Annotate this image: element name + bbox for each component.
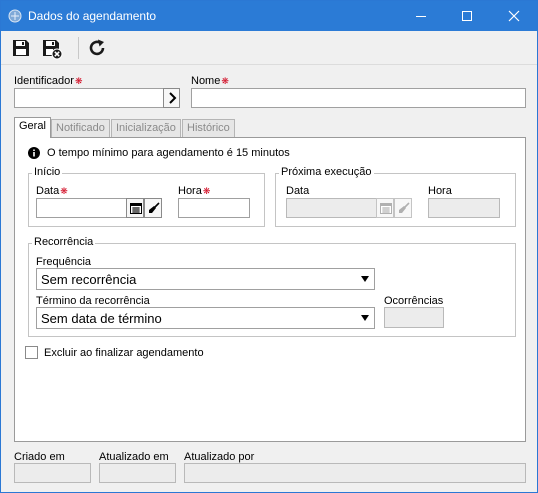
close-button[interactable] bbox=[491, 1, 537, 31]
recorrencia-group: Recorrência Frequência Sem recorrência T… bbox=[28, 236, 516, 337]
inicio-legend: Início bbox=[32, 166, 63, 178]
calendar-icon bbox=[380, 203, 392, 214]
excluir-label: Excluir ao finalizar agendamento bbox=[44, 347, 204, 359]
frequencia-label: Frequência bbox=[36, 256, 92, 268]
refresh-button[interactable] bbox=[84, 35, 110, 61]
schedule-dialog: Dados do agendamento Identificador❋ Nome… bbox=[0, 0, 538, 493]
identificador-input[interactable] bbox=[14, 88, 164, 108]
window-title: Dados do agendamento bbox=[28, 9, 157, 23]
atualizado-por-field bbox=[184, 463, 526, 483]
dropdown-arrow-icon bbox=[361, 315, 369, 321]
ocorrencias-label: Ocorrências bbox=[384, 295, 444, 307]
minimize-icon bbox=[416, 16, 426, 17]
tab-notificado[interactable]: Notificado bbox=[51, 119, 110, 137]
inicio-clear-button[interactable] bbox=[144, 198, 162, 218]
required-icon: ❋ bbox=[74, 76, 83, 86]
atualizado-por-label: Atualizado por bbox=[184, 451, 255, 463]
maximize-button[interactable] bbox=[444, 1, 490, 31]
proxima-hora-label: Hora bbox=[428, 185, 452, 197]
required-icon: ❋ bbox=[60, 186, 68, 196]
tab-panel-geral: O tempo mínimo para agendamento é 15 min… bbox=[14, 137, 526, 442]
app-icon bbox=[8, 9, 22, 26]
inicio-group: Início Data❋ Hora❋ bbox=[28, 166, 265, 227]
identificador-lookup-button[interactable] bbox=[163, 88, 180, 108]
inicio-hora-input[interactable] bbox=[178, 198, 250, 218]
proxima-data-label: Data bbox=[286, 185, 310, 197]
refresh-icon bbox=[89, 39, 105, 56]
ocorrencias-input bbox=[384, 307, 444, 328]
info-text: O tempo mínimo para agendamento é 15 min… bbox=[47, 147, 290, 159]
criado-em-field bbox=[14, 463, 91, 483]
tab-inicializacao[interactable]: Inicialização bbox=[111, 119, 181, 137]
calendar-icon bbox=[130, 203, 142, 214]
save-icon bbox=[13, 40, 29, 56]
termino-value: Sem data de término bbox=[41, 311, 162, 326]
required-icon: ❋ bbox=[202, 186, 211, 196]
proxima-execucao-group: Próxima execução Data Hora bbox=[275, 166, 516, 227]
proxima-calendar-button bbox=[376, 198, 394, 218]
chevron-right-icon bbox=[169, 92, 177, 104]
criado-em-label: Criado em bbox=[14, 451, 65, 463]
tab-geral[interactable]: Geral bbox=[14, 117, 51, 138]
required-icon: ❋ bbox=[221, 76, 229, 86]
nome-label: Nome❋ bbox=[191, 75, 229, 87]
broom-icon bbox=[399, 202, 410, 213]
excluir-checkbox[interactable] bbox=[25, 346, 38, 359]
info-icon bbox=[28, 147, 40, 162]
termino-label: Término da recorrência bbox=[36, 295, 150, 307]
termino-select[interactable]: Sem data de término bbox=[36, 307, 375, 329]
proxima-data-input bbox=[286, 198, 377, 218]
identificador-label: Identificador❋ bbox=[14, 75, 83, 87]
nome-input[interactable] bbox=[191, 88, 526, 108]
broom-icon bbox=[149, 202, 160, 213]
save-and-close-button[interactable] bbox=[38, 35, 64, 61]
recorrencia-legend: Recorrência bbox=[32, 236, 96, 248]
proxima-clear-button bbox=[394, 198, 412, 218]
atualizado-em-field bbox=[99, 463, 176, 483]
atualizado-em-label: Atualizado em bbox=[99, 451, 169, 463]
frequencia-select[interactable]: Sem recorrência bbox=[36, 268, 375, 290]
minimize-button[interactable] bbox=[398, 1, 444, 31]
proxima-hora-input bbox=[428, 198, 500, 218]
proxima-execucao-legend: Próxima execução bbox=[279, 166, 374, 178]
maximize-icon bbox=[462, 11, 472, 21]
inicio-hora-label: Hora❋ bbox=[178, 185, 211, 197]
toolbar bbox=[1, 31, 537, 65]
toolbar-separator bbox=[78, 37, 79, 59]
save-and-close-icon bbox=[43, 40, 63, 60]
dropdown-arrow-icon bbox=[361, 276, 369, 282]
inicio-calendar-button[interactable] bbox=[126, 198, 144, 218]
frequencia-value: Sem recorrência bbox=[41, 272, 137, 287]
title-bar: Dados do agendamento bbox=[1, 1, 537, 31]
close-icon bbox=[508, 10, 520, 22]
inicio-data-label: Data❋ bbox=[36, 185, 68, 197]
tab-historico[interactable]: Histórico bbox=[182, 119, 235, 137]
save-button[interactable] bbox=[8, 35, 34, 61]
inicio-data-input[interactable] bbox=[36, 198, 127, 218]
